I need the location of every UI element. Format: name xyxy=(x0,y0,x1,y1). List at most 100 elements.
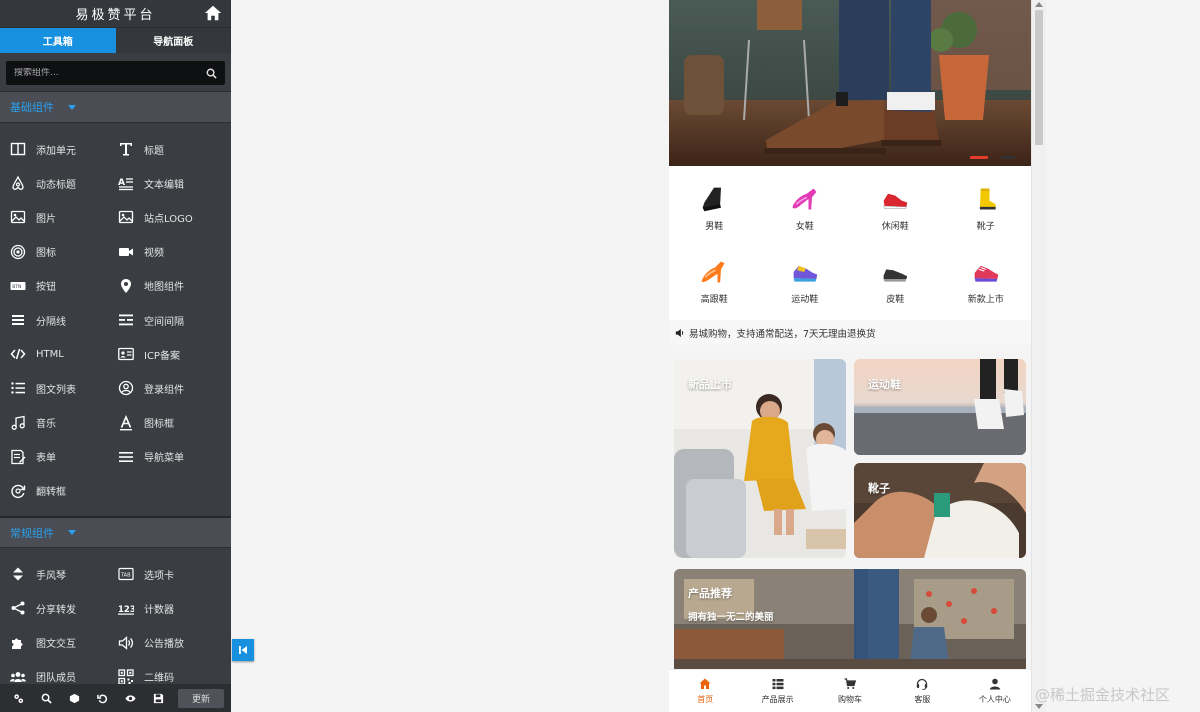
code-icon xyxy=(10,346,26,362)
id-card-icon xyxy=(118,346,134,362)
component-icon-box[interactable]: 图标框 xyxy=(118,406,226,440)
category-womens-shoes[interactable]: 女鞋 xyxy=(760,172,851,245)
search-area xyxy=(0,53,231,91)
tab-home[interactable]: 首页 xyxy=(669,670,741,712)
preview-scrollbar[interactable] xyxy=(1031,0,1046,712)
collapse-sidebar-button[interactable] xyxy=(232,639,254,661)
component-add-unit[interactable]: 添加单元 xyxy=(10,132,118,166)
image-icon xyxy=(10,209,26,225)
promo-sneakers[interactable]: 运动鞋 xyxy=(854,359,1026,455)
component-title[interactable]: 标题 xyxy=(118,132,226,166)
section-title: 常规组件 xyxy=(10,526,54,540)
category-leather-shoes[interactable]: 皮鞋 xyxy=(850,245,941,318)
mobile-preview: 男鞋 女鞋 休闲鞋 靴子 高跟鞋 运动鞋 皮鞋 新款上市 易城购物，支持通常配送… xyxy=(669,0,1046,712)
component-site-logo[interactable]: 站点LOGO xyxy=(118,200,226,234)
component-nav-menu[interactable]: 导航菜单 xyxy=(118,440,226,474)
carousel-dot[interactable] xyxy=(1001,156,1015,159)
team-icon xyxy=(10,669,26,685)
carousel-dot-active[interactable] xyxy=(970,156,988,159)
video-camera-icon xyxy=(118,244,134,260)
category-high-heels[interactable]: 高跟鞋 xyxy=(669,245,760,318)
component-flip-box[interactable]: 翻转框 xyxy=(10,474,118,508)
divider-icon xyxy=(10,312,26,328)
undo-icon[interactable] xyxy=(88,684,116,712)
component-login[interactable]: 登录组件 xyxy=(118,371,226,405)
category-grid: 男鞋 女鞋 休闲鞋 靴子 高跟鞋 运动鞋 皮鞋 新款上市 xyxy=(669,166,1031,320)
scrollbar-thumb[interactable] xyxy=(1035,10,1043,145)
component-icon[interactable]: 图标 xyxy=(10,235,118,269)
tab-toolbox[interactable]: 工具箱 xyxy=(0,28,116,53)
component-html[interactable]: HTML xyxy=(10,337,118,371)
category-boots[interactable]: 靴子 xyxy=(941,172,1032,245)
platform-title: 易极赞平台 xyxy=(75,8,156,23)
eye-icon[interactable] xyxy=(116,684,144,712)
component-map[interactable]: 地图组件 xyxy=(118,269,226,303)
component-counter[interactable]: 123 计数器 xyxy=(118,591,226,625)
promo-sneakers-image xyxy=(854,359,1026,455)
promo-new-arrivals[interactable]: 新品上市 xyxy=(674,359,846,558)
notice-bar: 易城购物，支持通常配送，7天无理由退换货 xyxy=(669,320,1031,345)
section-common-components[interactable]: 常规组件 xyxy=(0,516,231,549)
component-button[interactable]: BTN 按钮 xyxy=(10,269,118,303)
common-component-grid: 手风琴 TAB 选项卡 分享转发 123 计数器 图文交互 公告播放 团队成员 二维… xyxy=(0,548,231,694)
sneaker-icon xyxy=(793,265,817,282)
search-input[interactable] xyxy=(14,68,184,78)
womens-heel-icon xyxy=(792,188,817,210)
component-spacing[interactable]: 空间间隔 xyxy=(118,303,226,337)
component-divider[interactable]: 分隔线 xyxy=(10,303,118,337)
tab-icon: TAB xyxy=(118,566,134,582)
component-share[interactable]: 分享转发 xyxy=(10,591,118,625)
component-image[interactable]: 图片 xyxy=(10,200,118,234)
category-casual-shoes[interactable]: 休闲鞋 xyxy=(850,172,941,245)
component-accordion[interactable]: 手风琴 xyxy=(10,557,118,591)
tab-customer-service[interactable]: 客服 xyxy=(886,670,958,712)
search-icon[interactable] xyxy=(32,684,60,712)
speaker-icon xyxy=(675,328,684,337)
promo-boots[interactable]: 靴子 xyxy=(854,463,1026,558)
casual-shoe-icon xyxy=(883,193,908,209)
section-basic-components[interactable]: 基础组件 xyxy=(0,91,231,123)
component-icp[interactable]: ICP备案 xyxy=(118,337,226,371)
category-mens-shoes[interactable]: 男鞋 xyxy=(669,172,760,245)
category-sneakers[interactable]: 运动鞋 xyxy=(760,245,851,318)
share-icon xyxy=(10,600,26,616)
component-image-text-list[interactable]: 图文列表 xyxy=(10,371,118,405)
promo-product-recommendation[interactable]: 产品推荐 拥有独一无二的美丽 xyxy=(674,569,1026,673)
mens-shoe-icon xyxy=(702,187,722,212)
save-icon[interactable] xyxy=(144,684,172,712)
component-music[interactable]: 音乐 xyxy=(10,406,118,440)
banner-image xyxy=(669,0,1031,166)
home-icon[interactable] xyxy=(204,4,222,22)
map-pin-icon xyxy=(118,278,134,294)
component-form[interactable]: 表单 xyxy=(10,440,118,474)
component-tabs[interactable]: TAB 选项卡 xyxy=(118,557,226,591)
component-image-interaction[interactable]: 图文交互 xyxy=(10,625,118,659)
component-announcement[interactable]: 公告播放 xyxy=(118,625,226,659)
settings-icon[interactable] xyxy=(4,684,32,712)
component-text-edit[interactable]: A 文本编辑 xyxy=(118,166,226,200)
flip-icon xyxy=(10,483,26,499)
section-title: 基础组件 xyxy=(10,101,54,114)
leather-shoe-icon xyxy=(883,269,908,282)
scroll-up-icon[interactable] xyxy=(1035,2,1043,7)
title-t-icon xyxy=(118,141,134,157)
counter-123-icon: 123 xyxy=(118,600,134,616)
tab-navigation-panel[interactable]: 导航面板 xyxy=(115,28,231,53)
form-icon xyxy=(10,449,26,465)
update-button[interactable]: 更新 xyxy=(178,688,224,708)
search-icon[interactable] xyxy=(206,68,217,79)
promo-recommendation-title: 产品推荐 xyxy=(688,587,732,600)
component-dynamic-title[interactable]: 动态标题 xyxy=(10,166,118,200)
hero-banner[interactable] xyxy=(669,0,1031,166)
user-circle-icon xyxy=(118,380,134,396)
text-edit-icon: A xyxy=(118,175,134,191)
tab-profile[interactable]: 个人中心 xyxy=(959,670,1031,712)
svg-text:TAB: TAB xyxy=(120,573,131,579)
new-sneaker-icon xyxy=(974,265,998,282)
cube-icon[interactable] xyxy=(60,684,88,712)
tab-products[interactable]: 产品展示 xyxy=(741,670,813,712)
tab-cart[interactable]: 购物车 xyxy=(814,670,886,712)
menu-icon xyxy=(118,449,134,465)
category-new-arrivals[interactable]: 新款上市 xyxy=(941,245,1032,318)
component-video[interactable]: 视频 xyxy=(118,235,226,269)
